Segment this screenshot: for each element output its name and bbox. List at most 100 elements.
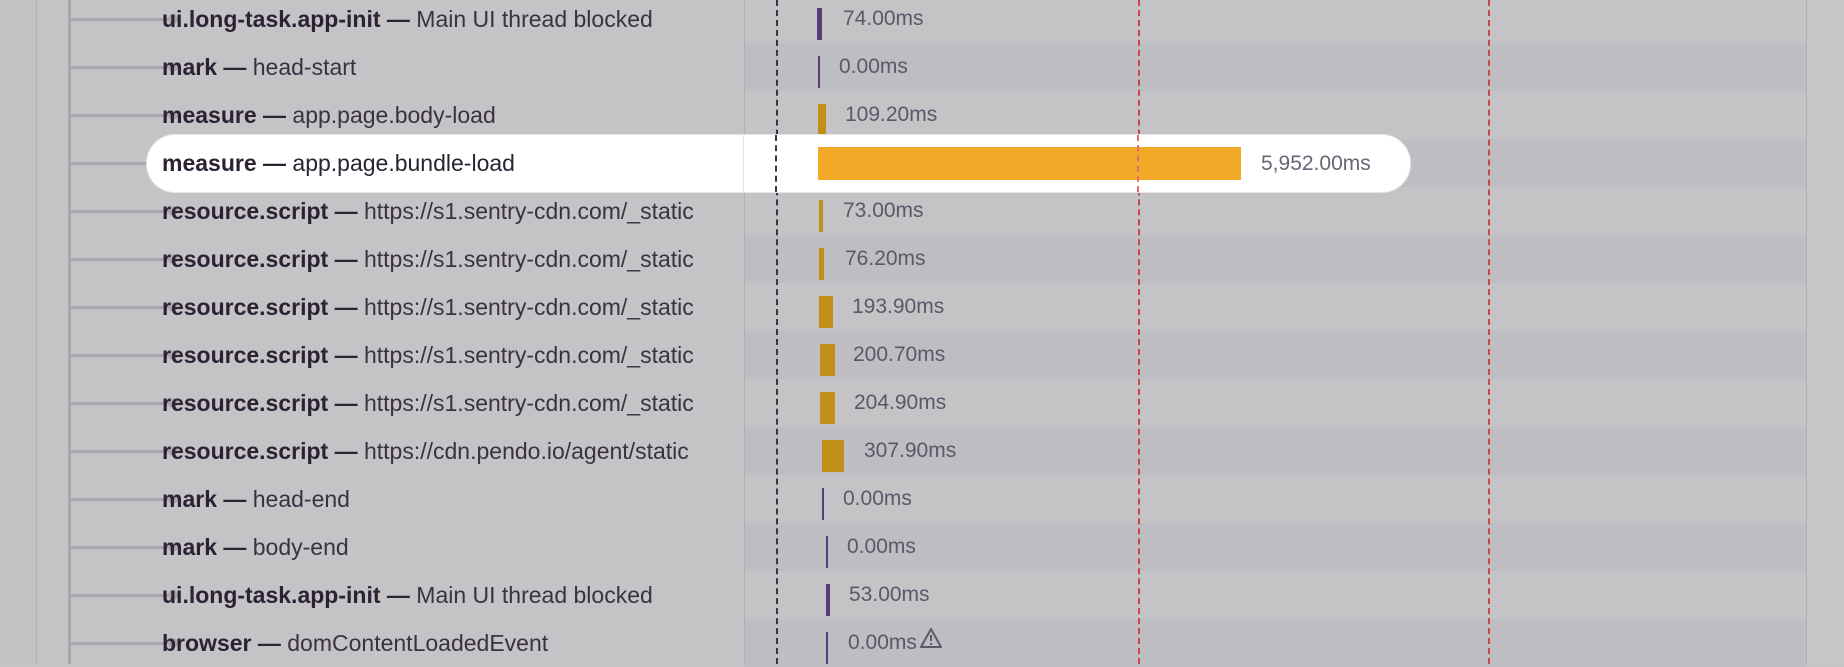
span-duration: 0.00ms: [843, 487, 912, 510]
tree-connector: [71, 642, 171, 645]
tree-chart-divider: [743, 135, 744, 192]
tree-connector: [71, 210, 171, 213]
span-label: resource.script — https://s1.sentry-cdn.…: [162, 235, 744, 283]
span-row[interactable]: resource.script — https://s1.sentry-cdn.…: [37, 235, 1806, 283]
span-row[interactable]: browser — domContentLoadedEvent 0.00ms: [37, 619, 1806, 667]
span-duration-bar[interactable]: [818, 104, 826, 136]
span-row[interactable]: resource.script — https://s1.sentry-cdn.…: [37, 187, 1806, 235]
span-op: measure —: [162, 102, 287, 128]
span-duration: 307.90ms: [864, 439, 957, 462]
span-row[interactable]: resource.script — https://cdn.pendo.io/a…: [37, 427, 1806, 475]
tree-connector: [71, 114, 171, 117]
span-op: mark —: [162, 486, 247, 512]
span-duration-bar[interactable]: [819, 248, 824, 280]
span-label: browser — domContentLoadedEvent: [162, 619, 744, 667]
span-label: mark — head-start: [162, 43, 744, 91]
span-description: head-start: [252, 54, 357, 80]
span-row[interactable]: measure — app.page.body-load 109.20ms: [37, 91, 1806, 139]
span-description: https://s1.sentry-cdn.com/_static: [363, 342, 694, 368]
span-duration-bar[interactable]: [819, 296, 833, 328]
span-op: resource.script —: [162, 246, 358, 272]
span-op: measure —: [162, 150, 287, 176]
span-duration-bar[interactable]: [818, 56, 820, 88]
span-label: resource.script — https://cdn.pendo.io/a…: [162, 427, 744, 475]
span-label: resource.script — https://s1.sentry-cdn.…: [162, 379, 744, 427]
span-op: ui.long-task.app-init —: [162, 582, 410, 608]
span-description: https://s1.sentry-cdn.com/_static: [363, 198, 694, 224]
span-label: measure — app.page.bundle-load: [162, 135, 515, 192]
span-op: ui.long-task.app-init —: [162, 6, 410, 32]
tree-connector: [71, 258, 171, 261]
span-label: ui.long-task.app-init — Main UI thread b…: [162, 0, 744, 43]
span-duration: 5,952.00ms: [1261, 152, 1371, 175]
span-description: app.page.bundle-load: [292, 150, 515, 176]
span-label: mark — body-end: [162, 523, 744, 571]
left-gutter: [0, 0, 37, 664]
warning-triangle-icon[interactable]: [919, 619, 943, 667]
span-duration-bar[interactable]: [819, 200, 823, 232]
span-duration-bar[interactable]: [822, 488, 824, 520]
span-description: app.page.body-load: [292, 102, 496, 128]
span-duration-bar[interactable]: [822, 440, 844, 472]
span-description: https://cdn.pendo.io/agent/static: [363, 438, 689, 464]
span-duration: 0.00ms: [847, 535, 916, 558]
vital-marker-line: [1137, 135, 1139, 192]
tree-connector: [71, 354, 171, 357]
span-op: resource.script —: [162, 342, 358, 368]
highlighted-span-row[interactable]: measure — app.page.bundle-load 5,952.00m…: [147, 135, 1410, 192]
span-label: measure — app.page.body-load: [162, 91, 744, 139]
span-row[interactable]: mark — body-end 0.00ms: [37, 523, 1806, 571]
span-duration-bar[interactable]: [818, 147, 1241, 180]
vital-marker-line: [1138, 0, 1140, 664]
span-duration-bar[interactable]: [820, 344, 835, 376]
span-label: resource.script — https://s1.sentry-cdn.…: [162, 331, 744, 379]
span-description: body-end: [252, 534, 349, 560]
span-op: resource.script —: [162, 438, 358, 464]
span-duration-bar[interactable]: [820, 392, 835, 424]
vital-marker-line: [1488, 0, 1490, 664]
tree-connector: [71, 306, 171, 309]
span-op: mark —: [162, 54, 247, 80]
span-duration-bar[interactable]: [826, 584, 830, 616]
span-description: https://s1.sentry-cdn.com/_static: [363, 390, 694, 416]
tree-connector: [71, 402, 171, 405]
span-duration: 204.90ms: [854, 391, 947, 414]
span-duration: 53.00ms: [849, 583, 930, 606]
span-label: ui.long-task.app-init — Main UI thread b…: [162, 571, 744, 619]
tree-chart-divider[interactable]: [744, 0, 745, 664]
span-duration-bar[interactable]: [826, 632, 828, 664]
span-row[interactable]: resource.script — https://s1.sentry-cdn.…: [37, 331, 1806, 379]
tree-connector: [71, 450, 171, 453]
tree-connector: [71, 18, 171, 21]
cursor-marker-line: [776, 0, 778, 664]
right-gutter: [1806, 0, 1844, 664]
span-row[interactable]: ui.long-task.app-init — Main UI thread b…: [37, 0, 1806, 43]
span-description: Main UI thread blocked: [416, 582, 653, 608]
span-row[interactable]: resource.script — https://s1.sentry-cdn.…: [37, 283, 1806, 331]
tree-connector: [71, 546, 171, 549]
tree-connector: [71, 66, 171, 69]
span-duration: 109.20ms: [845, 103, 938, 126]
span-duration: 200.70ms: [853, 343, 946, 366]
span-op: resource.script —: [162, 390, 358, 416]
span-label: resource.script — https://s1.sentry-cdn.…: [162, 283, 744, 331]
span-row[interactable]: mark — head-end 0.00ms: [37, 475, 1806, 523]
span-row[interactable]: ui.long-task.app-init — Main UI thread b…: [37, 571, 1806, 619]
cursor-marker-line: [775, 135, 777, 192]
span-label: mark — head-end: [162, 475, 744, 523]
tree-connector: [71, 594, 171, 597]
span-description: https://s1.sentry-cdn.com/_static: [363, 246, 694, 272]
span-op: browser —: [162, 630, 281, 656]
span-duration: 73.00ms: [843, 199, 924, 222]
span-duration-value: 0.00ms: [848, 631, 917, 654]
span-duration-bar[interactable]: [826, 536, 828, 568]
span-op: mark —: [162, 534, 247, 560]
span-description: domContentLoadedEvent: [287, 630, 549, 656]
tree-connector: [71, 498, 171, 501]
span-duration: 74.00ms: [843, 7, 924, 30]
span-duration-bar[interactable]: [817, 8, 822, 40]
span-duration: 0.00ms: [848, 619, 943, 667]
span-duration: 193.90ms: [852, 295, 945, 318]
span-row[interactable]: mark — head-start 0.00ms: [37, 43, 1806, 91]
span-row[interactable]: resource.script — https://s1.sentry-cdn.…: [37, 379, 1806, 427]
